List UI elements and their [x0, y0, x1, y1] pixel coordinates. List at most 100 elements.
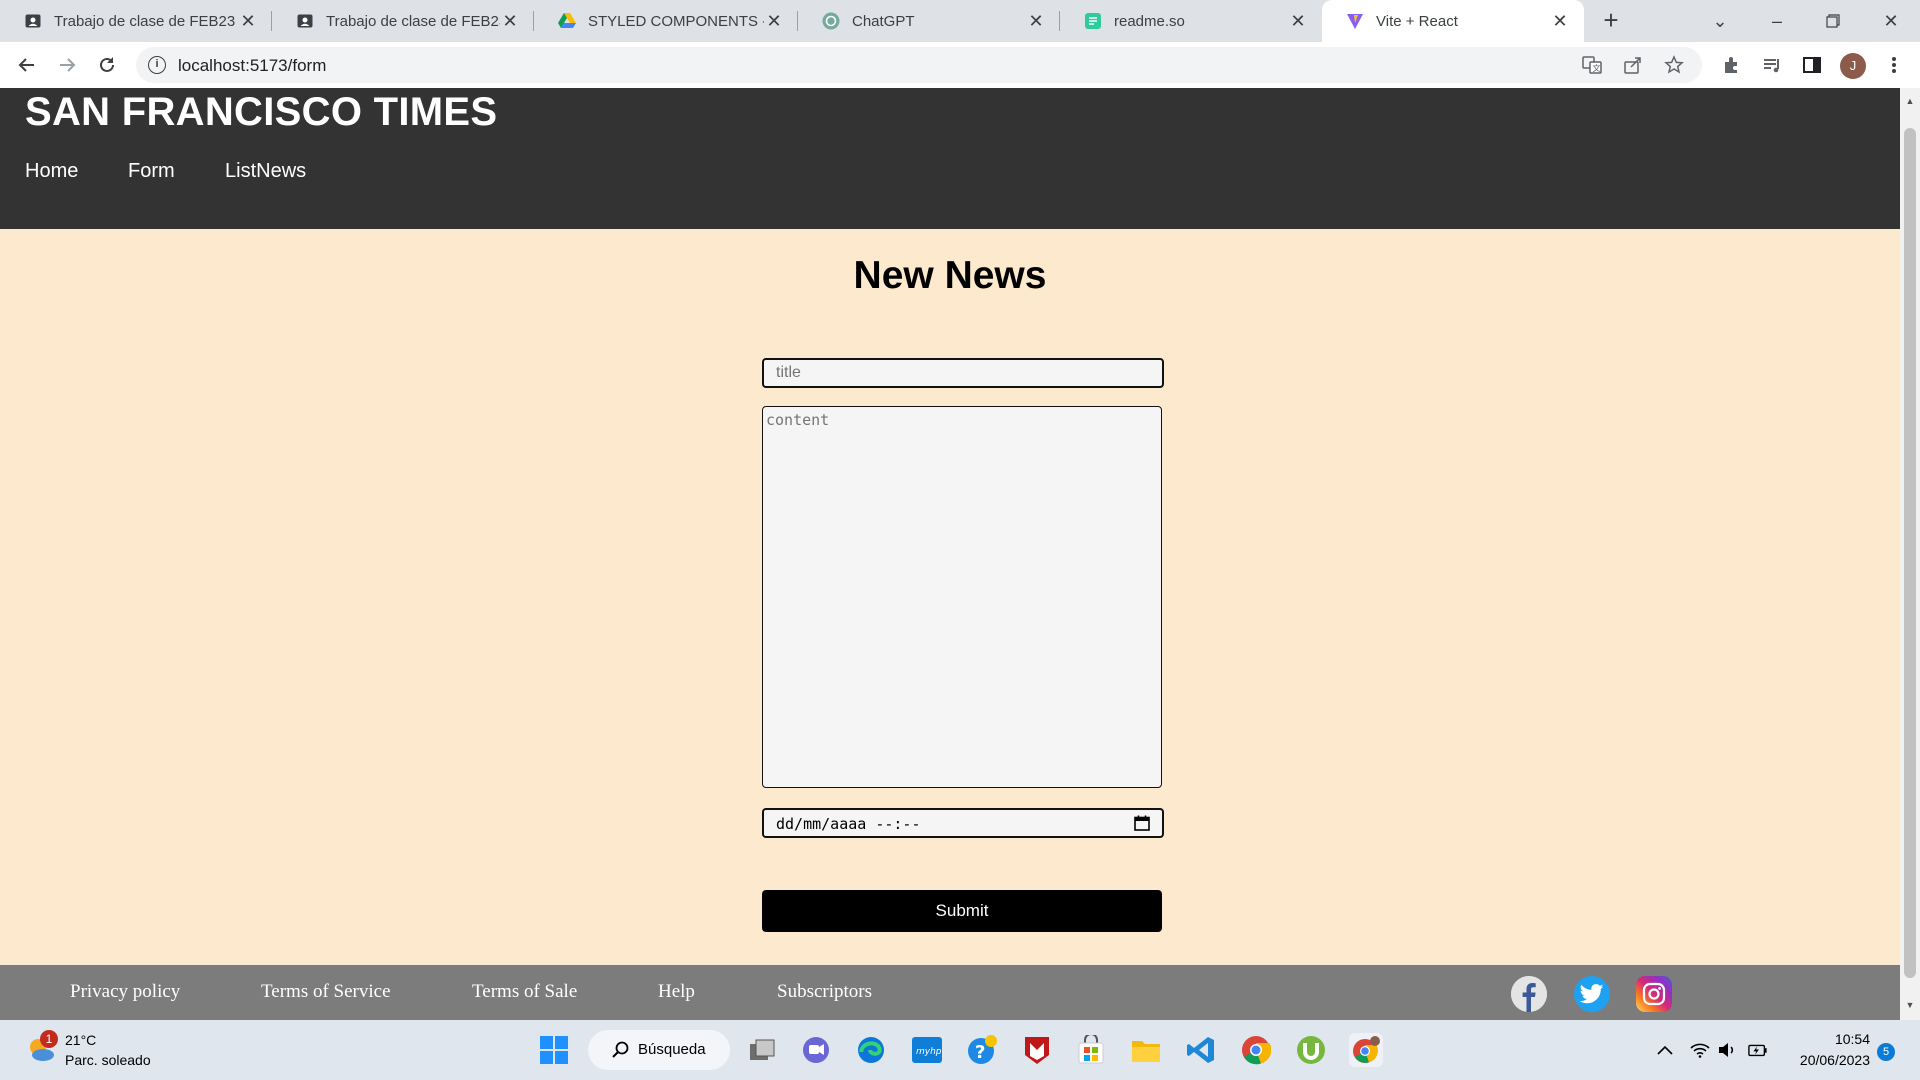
clock-date[interactable]: 20/06/2023 [1780, 1052, 1870, 1068]
footer-link-terms-service[interactable]: Terms of Service [261, 981, 391, 1003]
scroll-down-icon[interactable]: ▼ [1900, 996, 1920, 1014]
restore-button[interactable] [1808, 0, 1858, 42]
edge-browser-icon[interactable] [854, 1033, 888, 1067]
tab-title: STYLED COMPONENTS - Go [588, 12, 764, 30]
browser-tab[interactable]: Trabajo de clase de FEB23 B ✕ [0, 0, 272, 42]
nav-link-form[interactable]: Form [128, 160, 175, 183]
calendar-icon[interactable] [1134, 815, 1150, 831]
browser-tab[interactable]: Trabajo de clase de FEB23 B ✕ [272, 0, 534, 42]
datetime-placeholder: dd/mm/aaaa --:-- [776, 815, 921, 833]
windows-start-icon[interactable] [537, 1033, 571, 1067]
svg-text:文: 文 [1593, 63, 1601, 73]
page-title: New News [853, 254, 1047, 297]
new-tab-button[interactable]: + [1598, 7, 1624, 34]
close-tab-icon[interactable]: ✕ [1288, 11, 1308, 32]
close-tab-icon[interactable]: ✕ [1026, 11, 1046, 32]
svg-text:myhp: myhp [916, 1047, 942, 1057]
instagram-icon[interactable] [1636, 976, 1672, 1012]
file-explorer-icon[interactable] [1129, 1033, 1163, 1067]
mcafee-icon[interactable] [1020, 1033, 1054, 1067]
chatgpt-icon [822, 12, 840, 30]
taskbar-search[interactable]: Búsqueda [588, 1030, 730, 1070]
footer-link-terms-sale[interactable]: Terms of Sale [472, 981, 577, 1003]
arrow-right-icon [60, 58, 76, 72]
datetime-input[interactable]: dd/mm/aaaa --:-- [762, 808, 1164, 838]
close-window-button[interactable]: ✕ [1866, 0, 1916, 42]
tab-title: ChatGPT [852, 12, 915, 30]
nav-link-home[interactable]: Home [25, 160, 78, 183]
content-textarea[interactable]: content [762, 406, 1162, 788]
title-input[interactable]: title [762, 358, 1164, 388]
bookmark-star-icon[interactable] [1662, 53, 1686, 77]
notification-badge[interactable]: 5 [1877, 1043, 1895, 1061]
clock-time[interactable]: 10:54 [1790, 1031, 1870, 1047]
url-text: localhost:5173/form [178, 56, 327, 75]
svg-text:?: ? [975, 1042, 985, 1063]
search-icon [612, 1041, 630, 1063]
close-tab-icon[interactable]: ✕ [238, 11, 258, 32]
chrome-icon[interactable] [1239, 1033, 1273, 1067]
google-drive-icon [558, 12, 576, 30]
submit-button[interactable]: Submit [762, 890, 1162, 932]
readme-icon [1084, 12, 1102, 30]
hp-smart-icon[interactable]: myhp [910, 1033, 944, 1067]
browser-toolbar: i localhost:5173/form 文 [0, 42, 1920, 88]
minimize-button[interactable]: – [1752, 0, 1802, 42]
vscode-icon[interactable] [1184, 1033, 1218, 1067]
back-button[interactable] [14, 52, 40, 78]
weather-alert-badge: 1 [40, 1030, 58, 1048]
nav-link-listnews[interactable]: ListNews [225, 160, 306, 183]
teams-chat-icon[interactable] [799, 1033, 833, 1067]
footer-link-help[interactable]: Help [658, 981, 695, 1003]
site-footer: Privacy policy Terms of Service Terms of… [0, 965, 1900, 1020]
browser-tab-strip: Trabajo de clase de FEB23 B ✕ Trabajo de… [0, 0, 1920, 42]
twitter-icon[interactable] [1574, 976, 1610, 1012]
share-icon[interactable] [1621, 53, 1645, 77]
footer-link-privacy[interactable]: Privacy policy [70, 981, 180, 1003]
weather-temperature[interactable]: 21°C [65, 1032, 96, 1048]
browser-tab[interactable]: STYLED COMPONENTS - Go ✕ [534, 0, 798, 42]
reload-button[interactable] [94, 52, 120, 78]
microsoft-store-icon[interactable] [1074, 1033, 1108, 1067]
utorrent-icon[interactable] [1294, 1033, 1328, 1067]
media-queue-icon[interactable] [1760, 53, 1784, 77]
browser-tab-active[interactable]: Vite + React ✕ [1322, 0, 1584, 42]
tab-title: Vite + React [1376, 12, 1458, 30]
profile-avatar[interactable]: J [1840, 53, 1866, 79]
battery-charging-icon[interactable] [1748, 1040, 1768, 1060]
browser-tab[interactable]: ChatGPT ✕ [798, 0, 1060, 42]
volume-icon[interactable] [1718, 1040, 1738, 1060]
classroom-icon [24, 12, 42, 30]
browser-tab[interactable]: readme.so ✕ [1060, 0, 1322, 42]
help-app-icon[interactable]: ? [965, 1033, 999, 1067]
site-info-icon[interactable]: i [148, 56, 166, 74]
page-viewport: SAN FRANCISCO TIMES Home Form ListNews N… [0, 88, 1900, 1020]
chevron-up-icon[interactable] [1655, 1040, 1675, 1060]
extensions-icon[interactable] [1720, 53, 1744, 77]
page-scrollbar[interactable]: ▲ ▼ [1900, 88, 1920, 1020]
close-tab-icon[interactable]: ✕ [500, 11, 520, 32]
wifi-icon[interactable] [1690, 1040, 1710, 1060]
reload-icon [100, 57, 114, 72]
windows-taskbar: 1 21°C Parc. soleado Búsqueda myhp ? 10:… [0, 1020, 1920, 1080]
arrow-left-icon [18, 58, 34, 72]
facebook-icon[interactable] [1511, 976, 1547, 1012]
translate-icon[interactable]: 文 [1580, 53, 1604, 77]
close-tab-icon[interactable]: ✕ [764, 11, 784, 32]
close-tab-icon[interactable]: ✕ [1550, 11, 1570, 32]
kebab-menu-icon[interactable] [1882, 53, 1906, 77]
tab-title: Trabajo de clase de FEB23 B [326, 12, 500, 30]
forward-button[interactable] [54, 52, 80, 78]
address-bar[interactable]: i localhost:5173/form 文 [136, 47, 1702, 83]
scrollbar-thumb[interactable] [1904, 128, 1916, 978]
site-brand: SAN FRANCISCO TIMES [25, 90, 498, 134]
tab-title: readme.so [1114, 12, 1185, 30]
tab-title: Trabajo de clase de FEB23 B [54, 12, 238, 30]
chrome-profile-icon[interactable] [1349, 1033, 1383, 1067]
scroll-up-icon[interactable]: ▲ [1900, 92, 1920, 110]
footer-link-subscriptors[interactable]: Subscriptors [777, 981, 872, 1003]
side-panel-icon[interactable] [1800, 53, 1824, 77]
task-view-icon[interactable] [745, 1033, 779, 1067]
weather-description[interactable]: Parc. soleado [65, 1052, 151, 1068]
tab-search-icon[interactable]: ⌄ [1695, 0, 1745, 42]
